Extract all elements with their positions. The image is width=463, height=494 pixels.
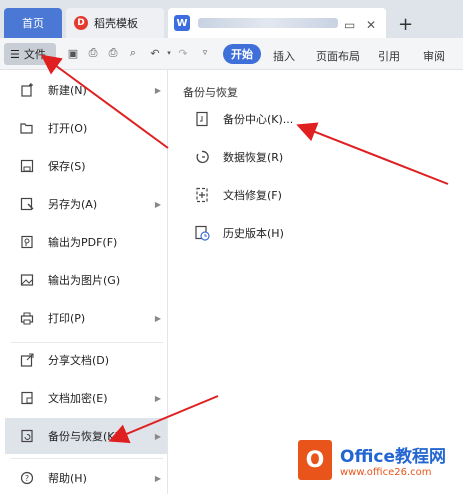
menu-divider: [11, 458, 163, 459]
submenu-item-label: 数据恢复(R): [223, 151, 284, 164]
submenu-item-doc-repair[interactable]: 文档修复(F): [193, 186, 282, 204]
menu-item-export-pdf[interactable]: 输出为PDF(F): [5, 224, 167, 260]
chevron-right-icon: ▶: [154, 85, 161, 95]
ribbon-tab-start-label: 开始: [231, 48, 253, 61]
close-icon[interactable]: ✕: [366, 18, 376, 32]
watermark-url: www.office26.com: [340, 467, 432, 478]
menu-item-label: 输出为图片(G): [48, 274, 121, 287]
menu-item-label: 新建(N): [48, 84, 87, 97]
ribbon-tab-references[interactable]: 引用: [378, 48, 400, 64]
chevron-right-icon: ▶: [154, 473, 161, 483]
menu-item-save-as[interactable]: 另存为(A) ▶: [5, 186, 167, 222]
save-icon[interactable]: ▣: [66, 46, 80, 60]
submenu-item-data-recovery[interactable]: 数据恢复(R): [193, 148, 283, 166]
chevron-right-icon: ▶: [154, 431, 161, 441]
menu-item-label: 帮助(H): [48, 472, 87, 485]
hamburger-icon: ☰: [10, 47, 20, 61]
print-preview-icon[interactable]: ⎙: [86, 46, 100, 60]
menu-item-label: 文档加密(E): [48, 392, 108, 405]
redo-icon[interactable]: ↷: [176, 46, 190, 60]
menu-item-label: 另存为(A): [48, 198, 98, 211]
tab-home-label: 首页: [22, 17, 44, 30]
print-icon[interactable]: ⎙: [106, 46, 120, 60]
pdf-icon: [19, 234, 35, 250]
submenu-item-history-version[interactable]: 历史版本(H): [193, 224, 284, 242]
file-menu: 新建(N) ▶ 打开(O) 保存(S) 另存为(A) ▶ 输出为PDF(F) 输…: [3, 70, 168, 494]
submenu-title: 备份与恢复: [183, 86, 238, 99]
menu-item-backup-restore[interactable]: 备份与恢复(K) ▶: [5, 418, 167, 454]
menu-item-label: 保存(S): [48, 160, 86, 173]
preview-icon[interactable]: ⌕: [126, 46, 140, 60]
ribbon-tab-review[interactable]: 审阅: [423, 48, 445, 64]
menu-item-open[interactable]: 打开(O): [5, 110, 167, 146]
tab-bar: 首页 D 稻壳模板 W ▭ ✕ +: [0, 0, 463, 38]
menu-item-label: 分享文档(D): [48, 354, 110, 367]
menu-item-print[interactable]: 打印(P) ▶: [5, 300, 167, 336]
new-icon: [19, 82, 35, 98]
tab-template[interactable]: D 稻壳模板: [66, 8, 164, 38]
print-icon: [19, 310, 35, 326]
save-icon: [19, 158, 35, 174]
undo-icon[interactable]: ↶: [148, 46, 162, 60]
menu-item-help[interactable]: ? 帮助(H) ▶: [5, 460, 167, 494]
menu-item-label: 打开(O): [48, 122, 88, 135]
image-icon: [19, 272, 35, 288]
arrow-to-backup-center: [296, 122, 449, 185]
chevron-right-icon: ▶: [154, 393, 161, 403]
chevron-right-icon: ▶: [154, 313, 161, 323]
file-menu-button[interactable]: ☰ 文件: [4, 43, 56, 65]
menu-item-export-image[interactable]: 输出为图片(G): [5, 262, 167, 298]
menu-item-share[interactable]: 分享文档(D): [5, 342, 167, 378]
ribbon-tab-start[interactable]: 开始: [223, 44, 261, 64]
menu-item-label: 输出为PDF(F): [48, 236, 118, 249]
tab-home[interactable]: 首页: [4, 8, 62, 38]
backup-icon: [19, 428, 35, 444]
svg-text:?: ?: [25, 474, 29, 483]
submenu-item-label: 历史版本(H): [223, 227, 284, 240]
lock-icon: [19, 390, 35, 406]
submenu-item-backup-center[interactable]: 备份中心(K)...: [193, 110, 293, 128]
new-tab-plus-icon[interactable]: +: [398, 14, 413, 35]
save-as-icon: [19, 196, 35, 212]
submenu-item-label: 备份中心(K)...: [223, 113, 294, 126]
toolbar: ☰ 文件 ▣ ⎙ ⎙ ⌕ ↶ ▾ ↷ ▿ 开始 插入 页面布局 引用 审阅: [0, 38, 463, 70]
help-icon: ?: [19, 470, 35, 486]
file-menu-label: 文件: [23, 48, 46, 61]
office-logo-icon: O: [298, 440, 332, 480]
doc-repair-icon: [193, 186, 211, 204]
ribbon-tab-insert[interactable]: 插入: [273, 48, 295, 64]
folder-open-icon: [19, 120, 35, 136]
more-dropdown-icon[interactable]: ▿: [198, 46, 212, 60]
submenu-item-label: 文档修复(F): [223, 189, 282, 202]
docer-logo-icon: D: [74, 16, 88, 30]
ribbon-tab-page-layout[interactable]: 页面布局: [316, 48, 360, 64]
share-icon: [19, 352, 35, 368]
backup-center-icon: [193, 110, 211, 128]
watermark: O Office教程网 www.office26.com: [298, 440, 446, 480]
data-recovery-icon: [193, 148, 211, 166]
menu-item-label: 备份与恢复(K): [48, 430, 119, 443]
menu-item-new[interactable]: 新建(N) ▶: [5, 72, 167, 108]
menu-item-save[interactable]: 保存(S): [5, 148, 167, 184]
menu-item-encrypt[interactable]: 文档加密(E) ▶: [5, 380, 167, 416]
chevron-right-icon: ▶: [154, 199, 161, 209]
monitor-icon[interactable]: ▭: [344, 18, 355, 32]
blurred-document-title: [198, 18, 338, 28]
writer-logo-icon: W: [174, 15, 190, 31]
tab-template-label: 稻壳模板: [94, 17, 138, 30]
history-version-icon: [193, 224, 211, 242]
undo-dropdown-icon[interactable]: ▾: [162, 46, 176, 60]
menu-item-label: 打印(P): [48, 312, 86, 325]
watermark-brand: Office教程网: [340, 447, 447, 467]
